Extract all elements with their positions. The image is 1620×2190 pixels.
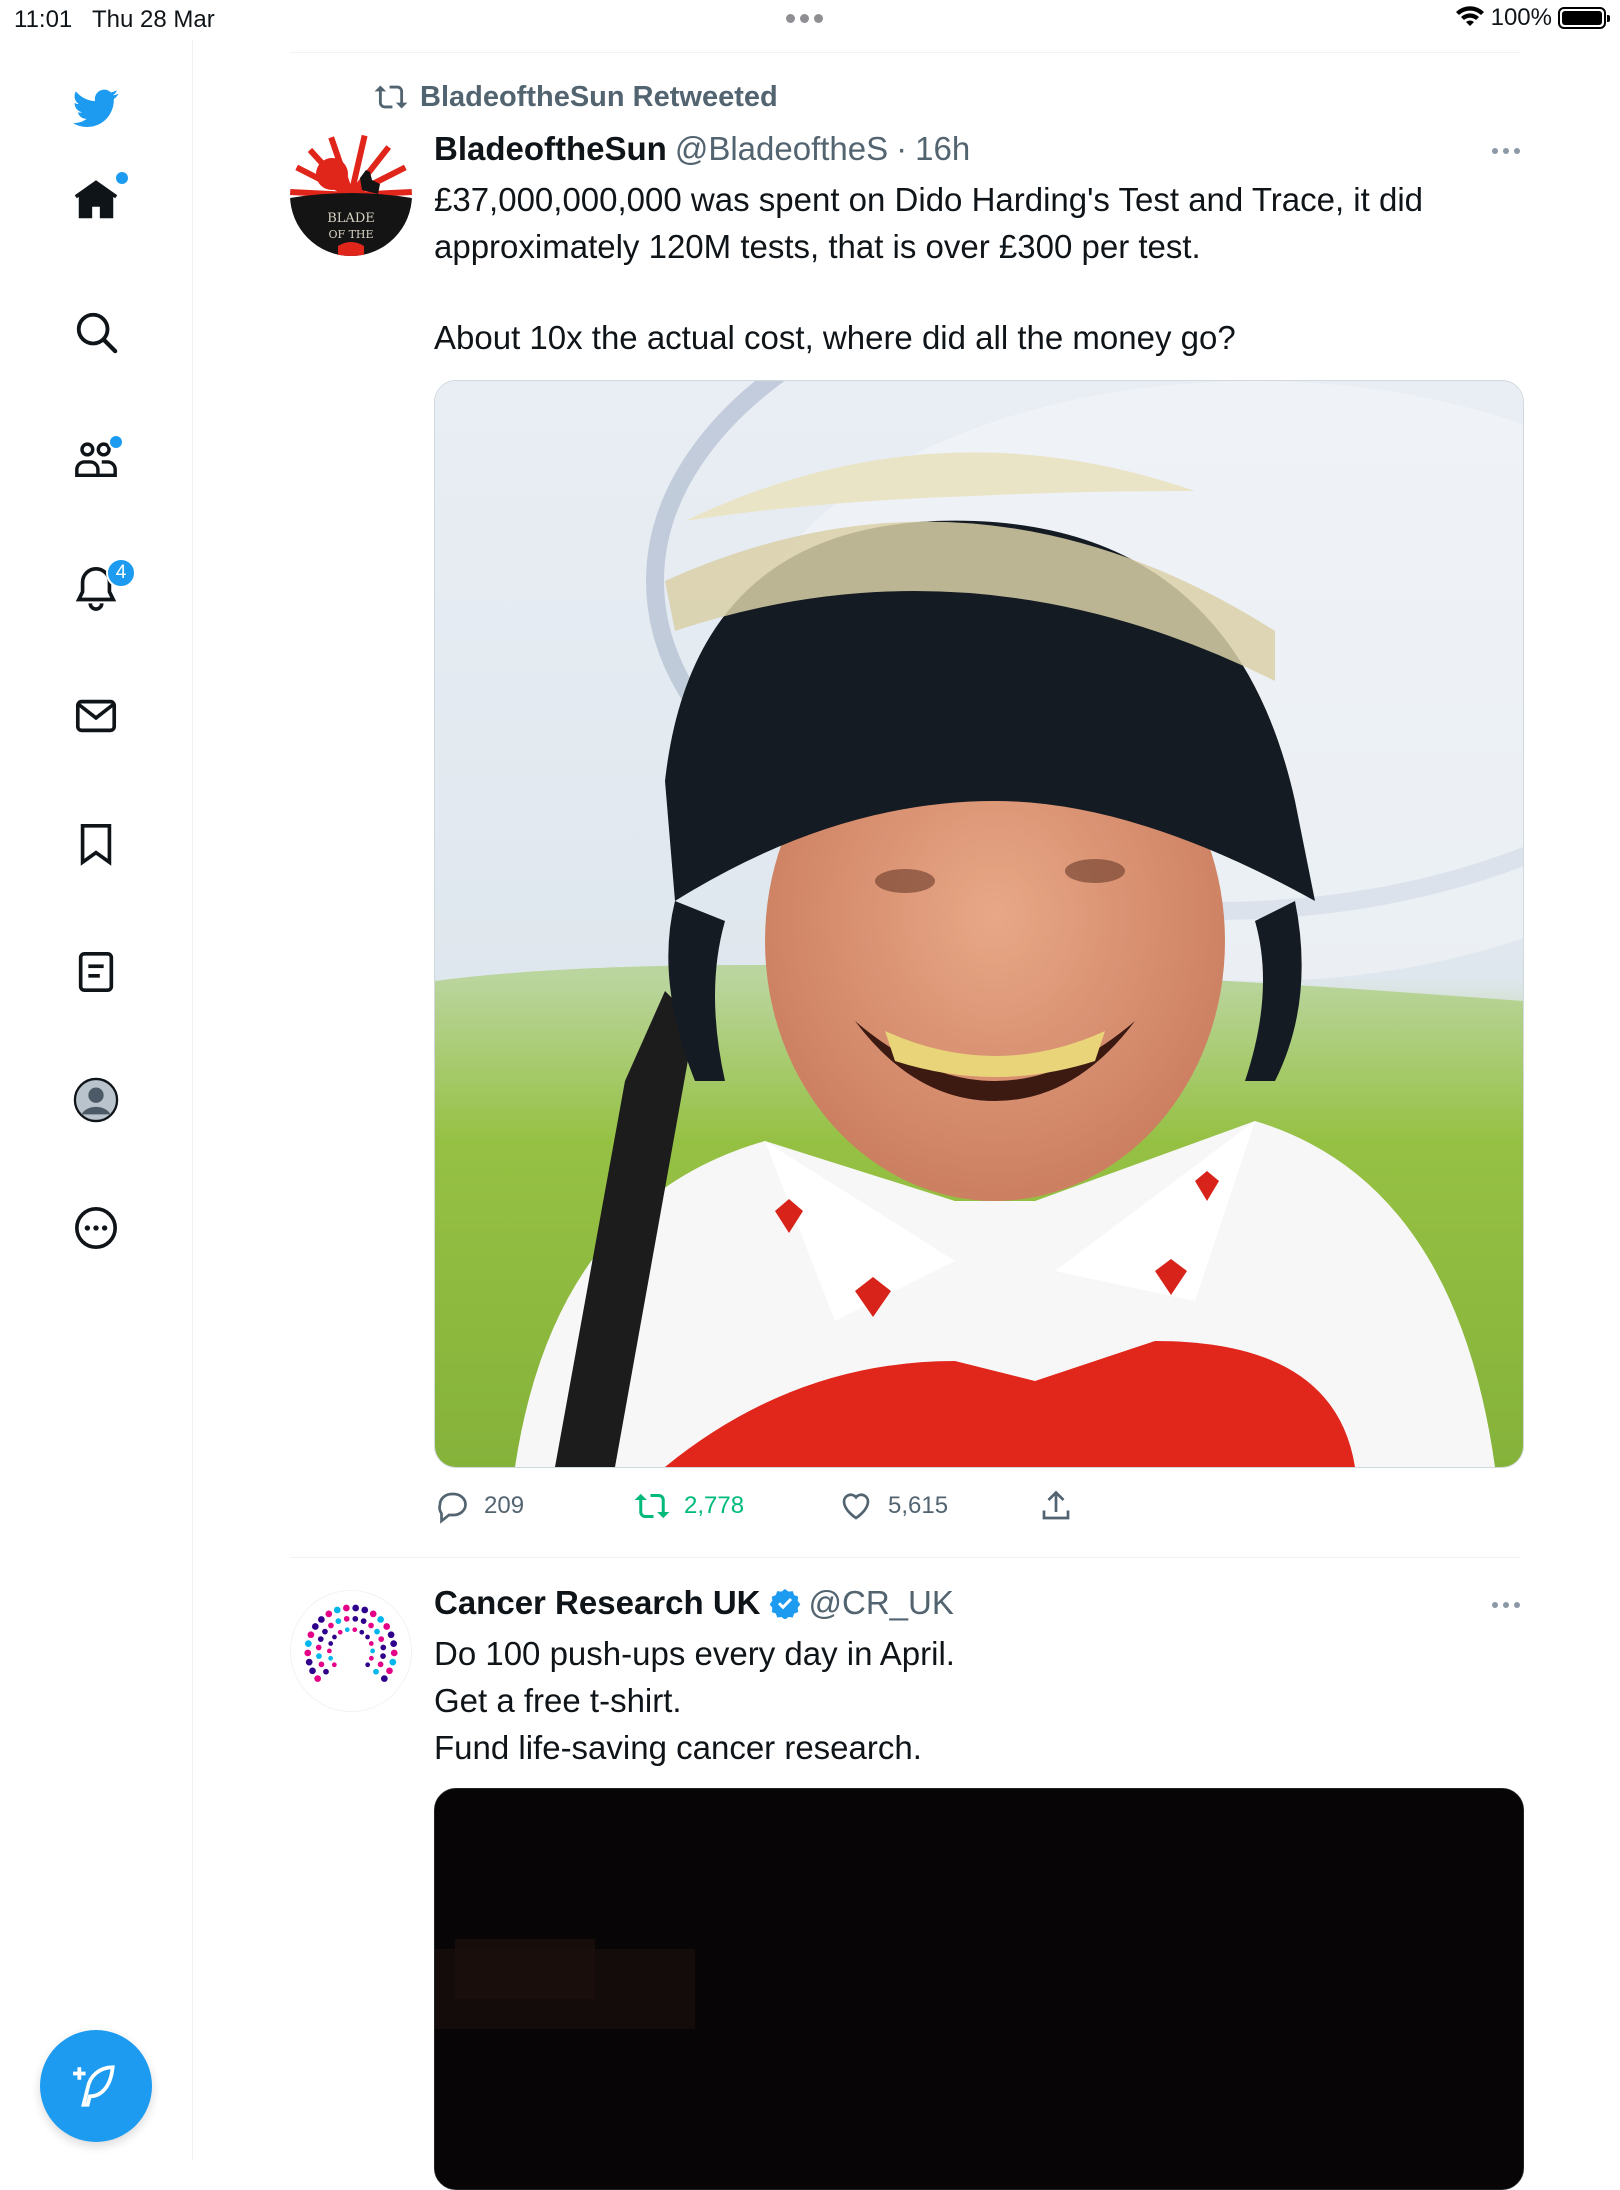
jockey-photo (435, 381, 1523, 1467)
bookmark-icon (80, 823, 112, 866)
nav-messages[interactable] (50, 670, 142, 762)
nav-lists[interactable] (50, 926, 142, 1018)
share-button[interactable] (1038, 1488, 1074, 1524)
nav-home[interactable] (50, 154, 142, 246)
reply-count: 209 (484, 1492, 525, 1519)
heart-icon (842, 1493, 870, 1520)
status-date: Thu 28 Mar (92, 6, 215, 33)
retweet-button[interactable]: 2,778 (634, 1488, 838, 1524)
author-name[interactable]: Cancer Research UK (434, 1584, 761, 1622)
like-button[interactable]: 5,615 (838, 1488, 1038, 1524)
tweet-more-button[interactable] (1492, 148, 1520, 154)
status-bar: 11:01 Thu 28 Mar 100% (0, 0, 1620, 40)
home-unread-dot (114, 170, 130, 186)
battery-percent: 100% (1490, 4, 1552, 31)
tweet-text-line: £37,000,000,000 was spent on Dido Hardin… (434, 181, 1424, 218)
reply-icon (438, 1492, 467, 1524)
envelope-icon (75, 699, 117, 733)
tweet-more-button[interactable] (1492, 1602, 1520, 1608)
header-separator: · (896, 130, 908, 167)
tweet-text-line: Do 100 push-ups every day in April. (434, 1635, 955, 1672)
tweet-divider (290, 1557, 1520, 1558)
retweet-context[interactable]: BladeoftheSun Retweeted (374, 80, 778, 114)
retweet-icon (374, 85, 408, 109)
tweet-header: BladeoftheSun @BladeoftheS · 16h (434, 130, 970, 168)
tweet-text: Do 100 push-ups every day in April. Get … (434, 1630, 1514, 1771)
communities-unread-dot (108, 434, 124, 450)
nav-communities[interactable] (50, 414, 142, 506)
avatar-logo-text: BLADE (327, 211, 375, 226)
tweet-text-line: Fund life-saving cancer research. (434, 1729, 922, 1766)
blade-of-the-sun-logo: BLADE OF THE (290, 134, 412, 256)
tweet-author-avatar[interactable] (290, 1590, 412, 1712)
nav-bookmarks[interactable] (50, 798, 142, 890)
author-name[interactable]: BladeoftheSun (434, 130, 667, 168)
nav-explore[interactable] (50, 286, 142, 378)
retweeted-by-label: BladeoftheSun Retweeted (420, 80, 778, 113)
tweet-text: £37,000,000,000 was spent on Dido Hardin… (434, 176, 1514, 361)
twitter-logo-icon[interactable] (50, 62, 142, 154)
author-handle[interactable]: @BladeoftheS (675, 130, 888, 168)
home-icon (74, 180, 118, 219)
status-time: 11:01 (14, 6, 73, 33)
bird-icon (73, 89, 119, 127)
avatar-icon (73, 1077, 119, 1123)
tweet-time[interactable]: 16h (915, 130, 970, 168)
compose-tweet-button[interactable] (40, 2030, 152, 2142)
reply-button[interactable]: 209 (434, 1488, 634, 1524)
tweet-video[interactable] (434, 1788, 1524, 2190)
author-handle[interactable]: @CR_UK (809, 1584, 954, 1622)
verified-badge-icon (769, 1589, 800, 1619)
tweet-text-line: approximately 120M tests, that is over £… (434, 228, 1201, 265)
tweet-header: Cancer Research UK @CR_UK (434, 1584, 954, 1622)
notifications-badge: 4 (106, 558, 136, 588)
tweet[interactable]: BladeoftheSun Retweeted BLADE OF THE Bla… (290, 80, 1524, 1540)
retweet-count: 2,778 (684, 1492, 745, 1519)
timeline-top-divider (290, 52, 1520, 53)
more-circle-icon (75, 1207, 117, 1249)
wifi-icon (1455, 6, 1484, 26)
battery-icon (1558, 7, 1610, 29)
nav-notifications[interactable]: 4 (50, 542, 142, 634)
dark-video-frame (435, 1789, 1523, 2189)
svg-text:OF THE: OF THE (328, 228, 373, 241)
tweet[interactable]: Cancer Research UK @CR_UK Do 100 push-up… (290, 1580, 1524, 2190)
nav-profile[interactable] (50, 1054, 142, 1146)
multitasking-dots-icon[interactable] (786, 14, 823, 23)
sidebar: 4 (0, 40, 193, 2160)
share-icon (1042, 1490, 1070, 1520)
search-icon (76, 312, 118, 354)
tweet-author-avatar[interactable]: BLADE OF THE (290, 134, 412, 256)
like-count: 5,615 (888, 1492, 949, 1519)
nav-more[interactable] (50, 1182, 142, 1274)
retweet-icon (634, 1493, 670, 1519)
tweet-text-line: Get a free t-shirt. (434, 1682, 682, 1719)
status-right: 100% (1455, 4, 1610, 32)
cancer-research-logo (291, 1591, 411, 1711)
list-icon (78, 951, 114, 993)
tweet-text-line: About 10x the actual cost, where did all… (434, 319, 1236, 356)
compose-feather-icon (73, 2065, 115, 2107)
tweet-photo[interactable] (434, 380, 1524, 1468)
tweet-actions: 209 2,778 5,615 (434, 1488, 1074, 1524)
